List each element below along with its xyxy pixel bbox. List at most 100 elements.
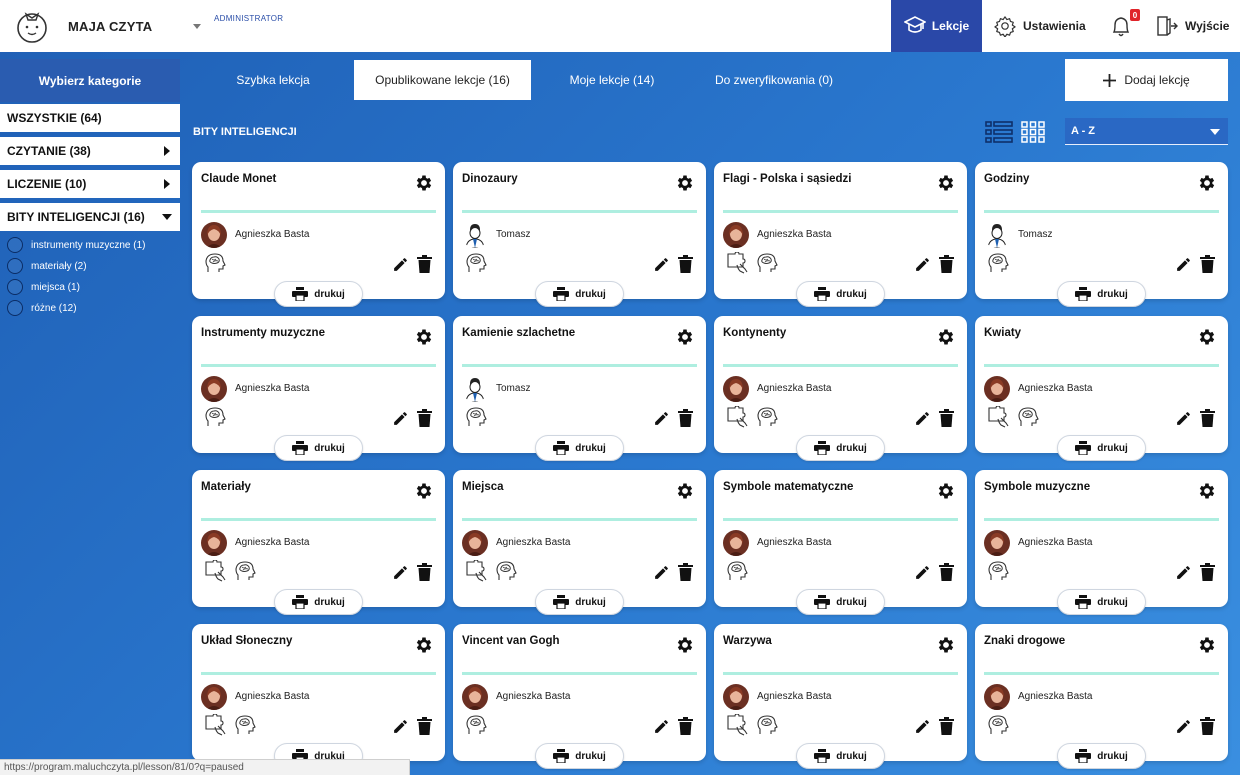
- lesson-card[interactable]: Kamienie szlachetne Tomasz drukuj: [453, 316, 706, 461]
- subcategory-misc[interactable]: różne (12): [7, 300, 77, 316]
- pencil-edit-icon[interactable]: [914, 256, 931, 273]
- tab-my-lessons[interactable]: Moje lekcje (14): [550, 60, 674, 100]
- gear-icon[interactable]: [936, 481, 956, 501]
- lesson-card[interactable]: Instrumenty muzyczne Agnieszka Basta druku…: [192, 316, 445, 461]
- category-counting[interactable]: LICZENIE (10): [0, 170, 180, 198]
- nav-lessons[interactable]: Lekcje: [891, 0, 982, 52]
- category-intelligence-bits[interactable]: BITY INTELIGENCJI (16): [0, 203, 180, 231]
- subcategory-places[interactable]: miejsca (1): [7, 279, 80, 295]
- pencil-edit-icon[interactable]: [392, 256, 409, 273]
- radio-button[interactable]: [7, 258, 23, 274]
- pencil-edit-icon[interactable]: [653, 718, 670, 735]
- trash-icon[interactable]: [678, 255, 693, 273]
- nav-exit[interactable]: Wyjście: [1156, 0, 1229, 52]
- category-all[interactable]: WSZYSTKIE (64): [0, 104, 180, 132]
- pencil-edit-icon[interactable]: [1175, 410, 1192, 427]
- lesson-card[interactable]: Godziny Tomasz drukuj: [975, 162, 1228, 307]
- category-reading[interactable]: CZYTANIE (38): [0, 137, 180, 165]
- lesson-title[interactable]: Vincent van Gogh: [462, 635, 560, 647]
- radio-button[interactable]: [7, 300, 23, 316]
- gear-icon[interactable]: [936, 327, 956, 347]
- print-button[interactable]: drukuj: [274, 281, 363, 307]
- tab-to-verify[interactable]: Do zweryfikowania (0): [696, 60, 852, 100]
- trash-icon[interactable]: [1200, 409, 1215, 427]
- gear-icon[interactable]: [675, 635, 695, 655]
- lesson-title[interactable]: Układ Słoneczny: [201, 635, 292, 647]
- trash-icon[interactable]: [678, 563, 693, 581]
- lesson-card[interactable]: Symbole matematyczne Agnieszka Basta druku…: [714, 470, 967, 615]
- gear-icon[interactable]: [414, 173, 434, 193]
- pencil-edit-icon[interactable]: [914, 564, 931, 581]
- lesson-title[interactable]: Dinozaury: [462, 173, 518, 185]
- pencil-edit-icon[interactable]: [914, 410, 931, 427]
- gear-icon[interactable]: [675, 481, 695, 501]
- pencil-edit-icon[interactable]: [392, 718, 409, 735]
- pencil-edit-icon[interactable]: [392, 410, 409, 427]
- subcategory-materials[interactable]: materiały (2): [7, 258, 87, 274]
- radio-button[interactable]: [7, 237, 23, 253]
- lesson-title[interactable]: Symbole muzyczne: [984, 481, 1090, 493]
- trash-icon[interactable]: [417, 717, 432, 735]
- lesson-title[interactable]: Instrumenty muzyczne: [201, 327, 325, 339]
- trash-icon[interactable]: [939, 563, 954, 581]
- print-button[interactable]: drukuj: [1057, 281, 1146, 307]
- lesson-card[interactable]: Claude Monet Agnieszka Basta drukuj: [192, 162, 445, 307]
- lesson-card[interactable]: Flagi - Polska i sąsiedzi Agnieszka Basta…: [714, 162, 967, 307]
- print-button[interactable]: drukuj: [796, 281, 885, 307]
- lesson-card[interactable]: Kwiaty Agnieszka Basta drukuj: [975, 316, 1228, 461]
- pencil-edit-icon[interactable]: [653, 410, 670, 427]
- print-button[interactable]: drukuj: [535, 435, 624, 461]
- lesson-card[interactable]: Warzywa Agnieszka Basta drukuj: [714, 624, 967, 769]
- lesson-title[interactable]: Miejsca: [462, 481, 504, 493]
- lesson-card[interactable]: Dinozaury Tomasz drukuj: [453, 162, 706, 307]
- trash-icon[interactable]: [939, 255, 954, 273]
- print-button[interactable]: drukuj: [796, 589, 885, 615]
- pencil-edit-icon[interactable]: [392, 564, 409, 581]
- lesson-title[interactable]: Materiały: [201, 481, 251, 493]
- pencil-edit-icon[interactable]: [653, 564, 670, 581]
- pencil-edit-icon[interactable]: [653, 256, 670, 273]
- lesson-card[interactable]: Miejsca Agnieszka Basta drukuj: [453, 470, 706, 615]
- lesson-title[interactable]: Kontynenty: [723, 327, 786, 339]
- print-button[interactable]: drukuj: [1057, 743, 1146, 769]
- lesson-card[interactable]: Symbole muzyczne Agnieszka Basta drukuj: [975, 470, 1228, 615]
- gear-icon[interactable]: [1197, 481, 1217, 501]
- print-button[interactable]: drukuj: [274, 435, 363, 461]
- print-button[interactable]: drukuj: [796, 743, 885, 769]
- trash-icon[interactable]: [417, 409, 432, 427]
- subcategory-instruments[interactable]: instrumenty muzyczne (1): [7, 237, 145, 253]
- gear-icon[interactable]: [675, 173, 695, 193]
- lesson-title[interactable]: Claude Monet: [201, 173, 276, 185]
- lesson-title[interactable]: Kwiaty: [984, 327, 1021, 339]
- gear-icon[interactable]: [936, 635, 956, 655]
- trash-icon[interactable]: [1200, 563, 1215, 581]
- lesson-card[interactable]: Kontynenty Agnieszka Basta drukuj: [714, 316, 967, 461]
- trash-icon[interactable]: [678, 717, 693, 735]
- lesson-title[interactable]: Godziny: [984, 173, 1029, 185]
- radio-button[interactable]: [7, 279, 23, 295]
- brand-name[interactable]: MAJA CZYTA: [68, 19, 152, 34]
- lesson-title[interactable]: Symbole matematyczne: [723, 481, 853, 493]
- gear-icon[interactable]: [1197, 173, 1217, 193]
- nav-settings[interactable]: Ustawienia: [994, 0, 1086, 52]
- tab-published-lessons[interactable]: Opublikowane lekcje (16): [354, 60, 531, 100]
- pencil-edit-icon[interactable]: [1175, 718, 1192, 735]
- trash-icon[interactable]: [939, 409, 954, 427]
- trash-icon[interactable]: [417, 563, 432, 581]
- lesson-title[interactable]: Kamienie szlachetne: [462, 327, 575, 339]
- tab-quick-lesson[interactable]: Szybka lekcja: [208, 60, 338, 100]
- lesson-card[interactable]: Materiały Agnieszka Basta drukuj: [192, 470, 445, 615]
- gear-icon[interactable]: [414, 635, 434, 655]
- print-button[interactable]: drukuj: [796, 435, 885, 461]
- gear-icon[interactable]: [414, 327, 434, 347]
- list-view-icon[interactable]: [985, 121, 1013, 143]
- pencil-edit-icon[interactable]: [914, 718, 931, 735]
- pencil-edit-icon[interactable]: [1175, 256, 1192, 273]
- user-menu-caret-icon[interactable]: [193, 24, 201, 29]
- gear-icon[interactable]: [675, 327, 695, 347]
- print-button[interactable]: drukuj: [1057, 589, 1146, 615]
- lesson-card[interactable]: Znaki drogowe Agnieszka Basta drukuj: [975, 624, 1228, 769]
- trash-icon[interactable]: [1200, 717, 1215, 735]
- print-button[interactable]: drukuj: [535, 281, 624, 307]
- gear-icon[interactable]: [936, 173, 956, 193]
